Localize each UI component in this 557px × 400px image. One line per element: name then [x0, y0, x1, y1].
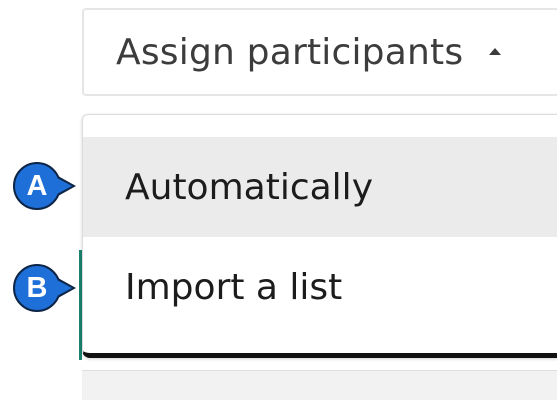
background-panel [82, 370, 557, 400]
assign-dropdown-menu: Automatically Import a list [82, 114, 557, 358]
menu-item-automatically[interactable]: Automatically [83, 137, 557, 237]
assign-participants-label: Assign participants [116, 31, 464, 73]
stage: Assign participants Automatically Import… [0, 0, 557, 400]
callout-a-letter: A [26, 169, 48, 202]
callout-b-marker: B [13, 264, 76, 312]
assign-participants-button[interactable]: Assign participants [82, 8, 557, 96]
callout-b-letter: B [26, 271, 48, 304]
callout-a-marker: A [13, 162, 76, 210]
menu-item-label: Import a list [125, 266, 343, 308]
menu-item-import-a-list[interactable]: Import a list [83, 237, 557, 337]
caret-up-icon [489, 47, 502, 55]
menu-item-label: Automatically [125, 166, 373, 208]
